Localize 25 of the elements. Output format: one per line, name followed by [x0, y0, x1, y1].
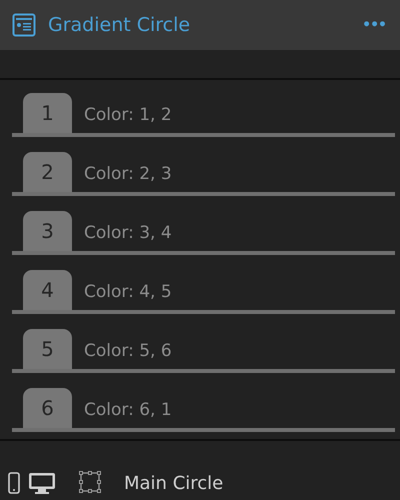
number-tab: 1 [23, 93, 72, 133]
row-label: Color: 4, 5 [84, 282, 172, 302]
list-row[interactable]: 3 Color: 3, 4 [12, 211, 395, 255]
panel-icon [12, 13, 36, 37]
list-row[interactable]: 2 Color: 2, 3 [12, 152, 395, 196]
number-tab: 3 [23, 211, 72, 251]
more-button[interactable]: ••• [362, 17, 386, 33]
number-tab: 4 [23, 270, 72, 310]
row-label: Color: 1, 2 [84, 105, 172, 125]
list-row[interactable]: 6 Color: 6, 1 [12, 388, 395, 432]
list-row[interactable]: 1 Color: 1, 2 [12, 93, 395, 137]
row-label: Color: 3, 4 [84, 223, 172, 243]
desktop-icon[interactable] [28, 472, 56, 494]
row-label: Color: 2, 3 [84, 164, 172, 184]
row-label: Color: 5, 6 [84, 341, 172, 361]
list-row[interactable]: 5 Color: 5, 6 [12, 329, 395, 373]
bounding-box-icon[interactable] [78, 470, 102, 494]
panel-title: Gradient Circle [48, 14, 192, 36]
element-name: Main Circle [124, 473, 224, 494]
number-tab: 6 [23, 388, 72, 428]
phone-icon[interactable] [8, 472, 20, 494]
number-tab: 5 [23, 329, 72, 369]
number-tab: 2 [23, 152, 72, 192]
row-label: Color: 6, 1 [84, 400, 172, 420]
list-row[interactable]: 4 Color: 4, 5 [12, 270, 395, 314]
